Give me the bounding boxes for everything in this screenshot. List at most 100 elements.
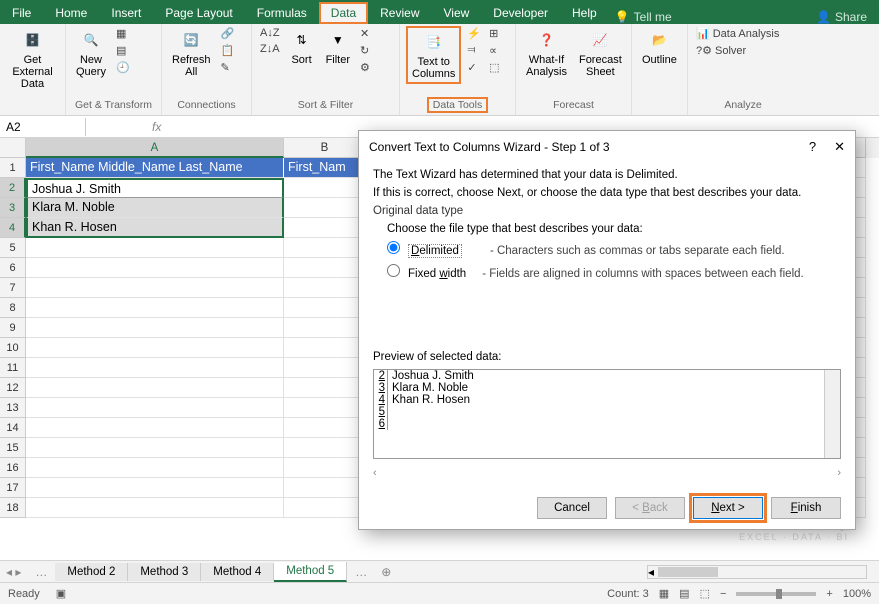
delimited-radio[interactable] [387, 241, 400, 254]
forecast-button[interactable]: 📈 Forecast Sheet [575, 26, 626, 80]
cell-a3[interactable]: Klara M. Noble [26, 198, 284, 218]
refresh-all-button[interactable]: 🔄 Refresh All [168, 26, 215, 80]
row-header[interactable]: 3 [0, 198, 26, 218]
share-button[interactable]: 👤 Share [816, 10, 879, 24]
data-validation-button[interactable]: ✓ [465, 60, 483, 75]
add-sheet-button[interactable]: ⊕ [375, 565, 397, 579]
cell-a2[interactable]: Joshua J. Smith [26, 178, 284, 198]
tab-file[interactable]: File [0, 2, 43, 24]
filter-button[interactable]: ▼ Filter [322, 26, 354, 68]
row-header[interactable]: 9 [0, 318, 26, 338]
cell-b1[interactable]: First_Nam [284, 158, 366, 178]
preview-scroll-right[interactable]: › [837, 467, 841, 479]
cell[interactable] [284, 198, 366, 218]
tab-page-layout[interactable]: Page Layout [153, 2, 244, 24]
tab-insert[interactable]: Insert [99, 2, 153, 24]
row-header[interactable]: 1 [0, 158, 26, 178]
tell-me[interactable]: 💡 Tell me [615, 10, 672, 24]
whatif-button[interactable]: ❓ What-If Analysis [522, 26, 571, 80]
sheet-tab-method2[interactable]: Method 2 [55, 563, 128, 581]
status-recorder-icon[interactable]: ▣ [56, 587, 66, 600]
outline-button[interactable]: 📂 Outline [638, 26, 681, 68]
fx-icon[interactable]: fx [146, 120, 167, 134]
edit-links-button[interactable]: ✎ [219, 60, 237, 75]
tab-review[interactable]: Review [368, 2, 431, 24]
row-header[interactable]: 2 [0, 178, 26, 198]
row-header[interactable]: 17 [0, 478, 26, 498]
row-header[interactable]: 11 [0, 358, 26, 378]
tab-home[interactable]: Home [43, 2, 99, 24]
formula-input[interactable] [167, 125, 879, 129]
connections-button[interactable]: 🔗 [219, 26, 237, 41]
fixed-width-label[interactable]: Fixed width [408, 268, 466, 280]
sort-button[interactable]: ⇅ Sort [286, 26, 318, 68]
solver-button[interactable]: ?⚙Solver [694, 43, 781, 58]
remove-dupes-button[interactable]: ⫤ [465, 43, 483, 58]
reapply-button[interactable]: ↻ [358, 43, 372, 58]
cell-a1[interactable]: First_Name Middle_Name Last_Name [26, 158, 284, 178]
row-header[interactable]: 10 [0, 338, 26, 358]
dialog-titlebar[interactable]: Convert Text to Columns Wizard - Step 1 … [359, 131, 855, 163]
row-header[interactable]: 14 [0, 418, 26, 438]
tab-help[interactable]: Help [560, 2, 609, 24]
relationships-button[interactable]: ∝ [487, 43, 501, 58]
col-header-b[interactable]: B [284, 138, 366, 158]
row-header[interactable]: 15 [0, 438, 26, 458]
zoom-slider[interactable] [736, 592, 816, 596]
view-normal-icon[interactable]: ▦ [659, 587, 669, 600]
view-layout-icon[interactable]: ▤ [679, 587, 689, 600]
row-header[interactable]: 16 [0, 458, 26, 478]
tab-data[interactable]: Data [319, 2, 368, 24]
sort-asc-button[interactable]: A↓Z [258, 26, 282, 40]
zoom-level[interactable]: 100% [843, 588, 871, 600]
cancel-button[interactable]: Cancel [537, 497, 607, 519]
recent-sources-button[interactable]: 🕘 [114, 60, 132, 75]
show-queries-button[interactable]: ▦ [114, 26, 132, 41]
zoom-out-button[interactable]: − [720, 588, 726, 600]
consolidate-button[interactable]: ⊞ [487, 26, 501, 41]
preview-scroll-left[interactable]: ‹ [373, 467, 377, 479]
dialog-help-button[interactable]: ? [809, 139, 816, 155]
cell-a4[interactable]: Khan R. Hosen [26, 218, 284, 238]
row-header[interactable]: 4 [0, 218, 26, 238]
text-to-columns-button[interactable]: 📑 Text to Columns [406, 26, 461, 84]
tab-view[interactable]: View [432, 2, 482, 24]
view-pagebreak-icon[interactable]: ⬚ [700, 587, 710, 600]
row-header[interactable]: 12 [0, 378, 26, 398]
row-header[interactable]: 13 [0, 398, 26, 418]
data-analysis-button[interactable]: 📊Data Analysis [694, 26, 781, 41]
row-header[interactable]: 5 [0, 238, 26, 258]
flash-fill-button[interactable]: ⚡ [465, 26, 483, 41]
row-header[interactable]: 18 [0, 498, 26, 518]
scroll-left-icon[interactable]: ◂ [648, 565, 654, 579]
delimited-label[interactable]: Delimited [408, 244, 462, 258]
properties-button[interactable]: 📋 [219, 43, 237, 58]
row-header[interactable]: 7 [0, 278, 26, 298]
data-model-button[interactable]: ⬚ [487, 60, 501, 75]
horizontal-scrollbar[interactable]: ◂ [647, 565, 867, 579]
cell[interactable] [284, 218, 366, 238]
advanced-button[interactable]: ⚙ [358, 60, 372, 75]
dialog-close-button[interactable]: ✕ [834, 139, 845, 155]
scroll-thumb[interactable] [658, 567, 718, 577]
clear-filter-button[interactable]: ✕ [358, 26, 372, 41]
row-header[interactable]: 8 [0, 298, 26, 318]
col-header-a[interactable]: A [26, 138, 284, 158]
cell[interactable] [284, 178, 366, 198]
select-all-corner[interactable] [0, 138, 26, 158]
get-external-data-button[interactable]: 🗄️ Get External Data [6, 26, 59, 92]
sheet-tab-method3[interactable]: Method 3 [128, 563, 201, 581]
next-button[interactable]: Next > [693, 497, 763, 519]
sheet-nav[interactable]: ◂ ▸ [0, 565, 27, 579]
back-button[interactable]: < Back [615, 497, 685, 519]
sort-desc-button[interactable]: Z↓A [258, 42, 282, 56]
zoom-in-button[interactable]: + [826, 588, 832, 600]
from-table-button[interactable]: ▤ [114, 43, 132, 58]
sheet-tab-method5[interactable]: Method 5 [274, 562, 347, 582]
fixed-width-radio[interactable] [387, 264, 400, 277]
name-box[interactable]: A2 [0, 118, 86, 136]
preview-scrollbar[interactable] [824, 370, 840, 458]
sheet-tab-method4[interactable]: Method 4 [201, 563, 274, 581]
row-header[interactable]: 6 [0, 258, 26, 278]
tab-developer[interactable]: Developer [481, 2, 560, 24]
